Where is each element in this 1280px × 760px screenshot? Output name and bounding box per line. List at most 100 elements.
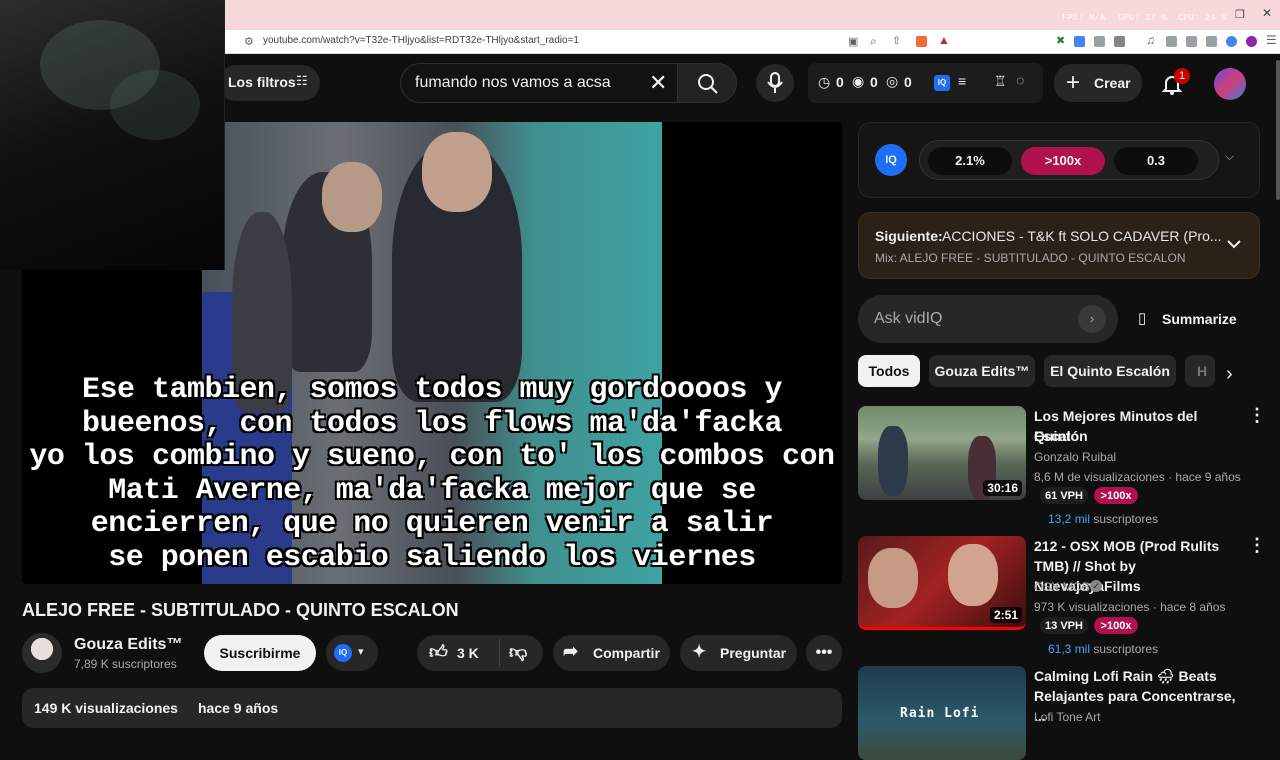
recommendation-channel[interactable]: Gonzalo Ruibal: [1034, 450, 1116, 464]
expand-chevron-icon[interactable]: ⌵: [1225, 149, 1234, 164]
site-settings-icon[interactable]: ⚙: [244, 35, 254, 48]
more-options-icon[interactable]: ⋮: [1248, 405, 1266, 426]
recommendation-channel[interactable]: OSX MOB: [1034, 580, 1090, 594]
music-icon[interactable]: ♫: [1146, 33, 1155, 47]
brave-shield-icon[interactable]: [916, 36, 927, 47]
stat-3: 0: [904, 74, 912, 90]
sliders-icon: ☷: [296, 73, 308, 88]
plus-icon: +: [1066, 69, 1081, 96]
sparkle-icon: ✦: [692, 642, 707, 661]
recommendation-subscribers: 13,2 mil suscriptores: [1048, 512, 1159, 526]
recommendation-stats: 8,6 M de visualizaciones · hace 9 años: [1034, 470, 1241, 484]
subtitle-line: Ese tambien, somos todos muy gordoooos y: [81, 373, 783, 407]
vidiq-metrics-panel: IQ 2.1% >100x 0.3 ⌵: [858, 122, 1260, 198]
more-icon: •••: [815, 644, 833, 661]
more-options-icon[interactable]: ⋮: [1248, 535, 1266, 556]
send-icon[interactable]: ›: [1078, 305, 1106, 333]
profile-icon[interactable]: [1246, 36, 1257, 47]
outlier-badge: >100x: [1094, 617, 1138, 634]
next-label: Siguiente:: [875, 228, 943, 244]
subtitle-line: bueenos, con todos los flows ma'da'facka: [81, 406, 783, 441]
recommendation-title[interactable]: 212 - OSX MOB (Prod Rulits: [1034, 536, 1239, 556]
leo-icon[interactable]: [1206, 36, 1217, 47]
channel-name[interactable]: Gouza Edits™: [74, 636, 182, 654]
share-page-icon[interactable]: ⇧: [892, 34, 901, 47]
vpn-icon[interactable]: [1226, 36, 1237, 47]
summarize-label: Summarize: [1162, 311, 1237, 327]
recommendation-thumbnail[interactable]: 30:16: [858, 406, 1026, 500]
puzzle-extension-icon[interactable]: [1094, 36, 1105, 47]
chips-next-icon[interactable]: ›: [1226, 363, 1233, 386]
like-button[interactable]: 👍︎: [429, 641, 448, 663]
summarize-button[interactable]: ▯ Summarize: [1136, 306, 1256, 332]
thumbnail-text: Rain Lofi: [900, 706, 980, 721]
filters-button[interactable]: Los filtros ☷: [218, 65, 320, 101]
list-icon[interactable]: ≡: [958, 73, 966, 89]
vidiq-logo-icon[interactable]: IQ: [934, 75, 950, 91]
maximize-icon[interactable]: ❐: [1235, 8, 1245, 21]
next-title: ACCIONES - T&K ft SOLO CADAVER (Pro...: [942, 228, 1222, 244]
subscriber-count: 7,89 K suscriptores: [74, 657, 177, 671]
chat-icon[interactable]: ◌: [1016, 72, 1024, 88]
translate-extension-icon[interactable]: [1074, 36, 1085, 47]
share-icon: ➦: [563, 641, 579, 661]
vidiq-channel-button[interactable]: IQ ▾: [326, 635, 378, 671]
wallet-icon[interactable]: [1186, 36, 1197, 47]
voice-search-button[interactable]: [756, 64, 794, 102]
notifications-button[interactable]: 1: [1156, 68, 1190, 102]
extension-x-icon[interactable]: ✖: [1056, 34, 1065, 47]
recommendation-title[interactable]: Calming Lofi Rain 🌧 Beats: [1034, 666, 1239, 686]
recommendation-title-2[interactable]: Escalón: [1034, 426, 1239, 446]
chevron-down-icon: ▾: [358, 646, 364, 658]
notification-count: 1: [1174, 68, 1190, 84]
description-box[interactable]: 149 K visualizaciones hace 9 años: [22, 688, 842, 728]
chevron-down-icon[interactable]: [1227, 239, 1241, 249]
stat-2: 0: [870, 74, 878, 90]
search-input[interactable]: fumando nos vamos a acsa ✕: [400, 63, 678, 103]
verified-icon: ✓: [1090, 580, 1102, 592]
eye-outline-icon: ◎: [886, 73, 899, 89]
view-count: 149 K visualizaciones: [34, 700, 178, 716]
recommendation-channel[interactable]: Lofi Tone Art: [1034, 710, 1101, 724]
zoom-icon[interactable]: ⌕: [870, 34, 877, 49]
create-button[interactable]: + Crear: [1054, 64, 1142, 102]
dislike-button[interactable]: 👎︎: [509, 641, 527, 663]
fps-stat: FPS: N/A: [1062, 13, 1106, 23]
trophy-icon[interactable]: ♖: [994, 73, 1007, 90]
clear-search-icon[interactable]: ✕: [649, 70, 667, 96]
search-button[interactable]: [677, 63, 737, 103]
tab-extension-icon[interactable]: [1114, 36, 1125, 47]
url-text[interactable]: youtube.com/watch?v=T32e-THljyo&list=RDT…: [263, 35, 579, 46]
warning-icon[interactable]: ▲: [938, 33, 950, 47]
ask-placeholder: Ask vidIQ: [874, 310, 943, 327]
metric-ratio: 0.3: [1114, 147, 1198, 175]
menu-icon[interactable]: ☰: [1266, 33, 1277, 47]
sidebar-icon[interactable]: [1166, 36, 1177, 47]
next-up-card[interactable]: Siguiente: ACCIONES - T&K ft SOLO CADAVE…: [858, 212, 1260, 279]
search-icon: [698, 74, 718, 94]
chip-gouza-edits[interactable]: Gouza Edits™: [929, 355, 1035, 387]
chip-quinto-escalon[interactable]: El Quinto Escalón: [1044, 355, 1176, 387]
account-avatar[interactable]: [1214, 68, 1246, 100]
ask-vidiq-input[interactable]: Ask vidIQ ›: [858, 295, 1118, 343]
recommendation-subscribers: 61,3 mil suscriptores: [1048, 642, 1159, 656]
upload-age: hace 9 años: [198, 700, 279, 716]
vidiq-badge-icon: IQ: [875, 144, 907, 176]
recommendation-thumbnail[interactable]: 2:51: [858, 536, 1026, 630]
close-window-icon[interactable]: ✕: [1262, 6, 1272, 20]
ask-button[interactable]: ✦ Preguntar: [680, 635, 797, 671]
subscribe-button[interactable]: Suscribirme: [204, 635, 316, 671]
channel-avatar[interactable]: [22, 633, 62, 673]
page-scrollbar[interactable]: [1276, 60, 1280, 200]
book-icon: ▯: [1138, 310, 1147, 327]
vph-badge: 13 VPH: [1040, 617, 1088, 634]
mix-label: Mix: ALEJO FREE - SUBTITULADO - QUINTO E…: [875, 251, 1186, 265]
chip-all[interactable]: Todos: [858, 355, 920, 387]
share-button[interactable]: ➦ Compartir: [553, 635, 670, 671]
microphone-icon: [767, 72, 783, 93]
recommendation-thumbnail[interactable]: Rain Lofi: [858, 666, 1026, 760]
share-label: Compartir: [593, 645, 660, 661]
more-actions-button[interactable]: •••: [806, 635, 842, 671]
chip-partial[interactable]: H: [1185, 355, 1215, 387]
install-icon[interactable]: ▣: [848, 35, 858, 48]
